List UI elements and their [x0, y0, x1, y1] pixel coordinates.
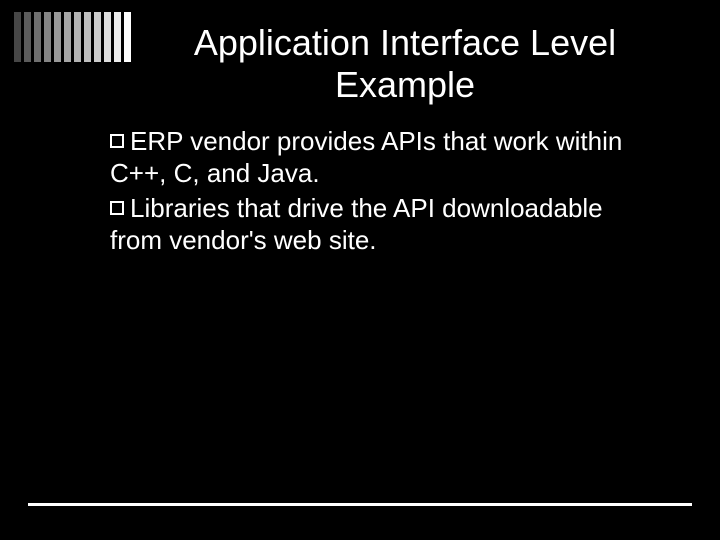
- slide: Application Interface Level Example ERP …: [0, 0, 720, 540]
- bullet-icon: [110, 201, 124, 215]
- bullet-item: Libraries that drive the API downloadabl…: [110, 193, 660, 256]
- slide-body: ERP vendor provides APIs that work withi…: [110, 126, 660, 261]
- bullet-text: Libraries that drive the API downloadabl…: [110, 193, 603, 255]
- bullet-text: ERP vendor provides APIs that work withi…: [110, 126, 622, 188]
- slide-title: Application Interface Level Example: [150, 22, 660, 107]
- divider: [28, 503, 692, 506]
- corner-bars-icon: [14, 12, 131, 62]
- bullet-icon: [110, 134, 124, 148]
- bullet-item: ERP vendor provides APIs that work withi…: [110, 126, 660, 189]
